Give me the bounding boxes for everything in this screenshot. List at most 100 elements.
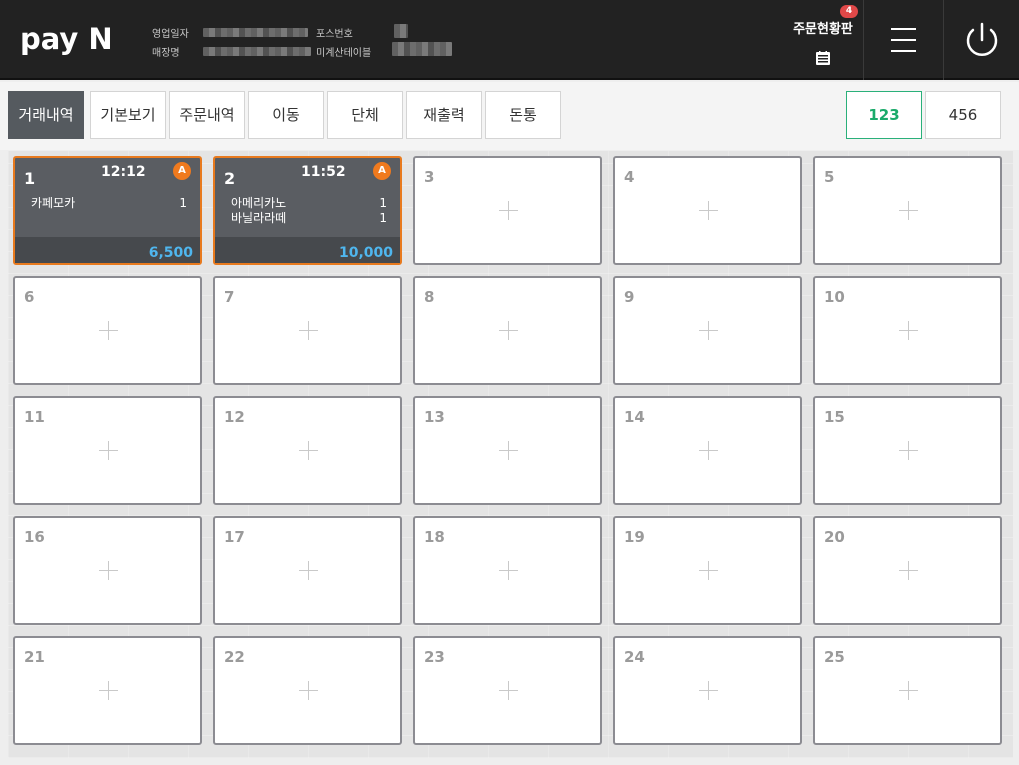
basic-view-tab[interactable]: 기본보기 xyxy=(90,91,166,139)
order-item: 바닐라라떼 1 xyxy=(231,211,387,226)
store-name-value-redacted xyxy=(203,47,311,56)
table-number: 3 xyxy=(424,168,435,186)
order-board-count-badge: 4 xyxy=(840,5,858,18)
table-number: 4 xyxy=(624,168,635,186)
table-number: 21 xyxy=(24,648,45,666)
table-tile[interactable]: 22 xyxy=(213,636,402,745)
menu-button[interactable] xyxy=(864,0,944,80)
order-total: 10,000 xyxy=(338,245,393,261)
table-tile[interactable]: 4 xyxy=(613,156,802,265)
table-number: 17 xyxy=(224,528,245,546)
table-tile[interactable]: 13 xyxy=(413,396,602,505)
reprint-button[interactable]: 재출력 xyxy=(406,91,482,139)
power-button[interactable] xyxy=(944,0,1019,80)
add-order-plus-icon xyxy=(299,321,318,340)
add-order-plus-icon xyxy=(699,201,718,220)
table-number: 25 xyxy=(824,648,845,666)
hamburger-menu-icon xyxy=(891,28,916,52)
add-order-plus-icon xyxy=(499,681,518,700)
table-number: 6 xyxy=(24,288,35,306)
add-order-plus-icon xyxy=(499,441,518,460)
add-order-plus-icon xyxy=(899,441,918,460)
add-order-plus-icon xyxy=(299,561,318,580)
order-item: 아메리카노 1 xyxy=(231,196,387,211)
table-number: 19 xyxy=(624,528,645,546)
store-name-label: 매장명 xyxy=(152,48,180,59)
pos-number-label: 포스번호 xyxy=(316,29,353,40)
table-tile[interactable]: 23 xyxy=(413,636,602,745)
table-number: 5 xyxy=(824,168,835,186)
table-tile[interactable]: 8 xyxy=(413,276,602,385)
table-tile[interactable]: 3 xyxy=(413,156,602,265)
table-number: 20 xyxy=(824,528,845,546)
page-tab-123[interactable]: 123 xyxy=(846,91,922,139)
transaction-history-tab[interactable]: 거래내역 xyxy=(8,91,84,139)
order-board-button[interactable]: 주문현황판 4 xyxy=(783,0,863,80)
table-number: 22 xyxy=(224,648,245,666)
pos-number-value-redacted xyxy=(394,24,408,38)
order-time: 11:52 xyxy=(301,164,346,180)
table-tile[interactable]: 21 xyxy=(13,636,202,745)
item-name: 바닐라라떼 xyxy=(231,211,287,225)
add-order-plus-icon xyxy=(499,321,518,340)
table-number: 13 xyxy=(424,408,445,426)
table-tile[interactable]: 19 xyxy=(613,516,802,625)
add-order-plus-icon xyxy=(899,201,918,220)
add-order-plus-icon xyxy=(299,681,318,700)
app-logo: pay N xyxy=(20,22,113,56)
table-tile[interactable]: 12 xyxy=(213,396,402,505)
order-items: 카페모카 1 xyxy=(31,196,187,211)
order-board-title: 주문현황판 xyxy=(793,22,853,37)
add-order-plus-icon xyxy=(899,321,918,340)
add-order-plus-icon xyxy=(699,681,718,700)
table-number: 14 xyxy=(624,408,645,426)
unpaid-tables-value-redacted xyxy=(392,42,452,56)
order-board-icon xyxy=(816,51,830,65)
add-order-plus-icon xyxy=(299,441,318,460)
order-items: 아메리카노 1 바닐라라떼 1 xyxy=(231,196,387,226)
power-icon xyxy=(966,22,998,56)
table-tile[interactable]: 16 xyxy=(13,516,202,625)
order-item: 카페모카 1 xyxy=(31,196,187,211)
table-tile[interactable]: 25 xyxy=(813,636,1002,745)
cash-drawer-button[interactable]: 돈통 xyxy=(485,91,561,139)
table-tile[interactable]: 7 xyxy=(213,276,402,385)
business-date-label: 영업일자 xyxy=(152,29,189,40)
table-number: 11 xyxy=(24,408,45,426)
table-grid: 1 12:12 A 카페모카 1 6,500 2 11:52 A 아메리카노 1 바닐라라떼 1 10,0… xyxy=(8,151,1013,758)
group-button[interactable]: 단체 xyxy=(327,91,403,139)
table-tile[interactable]: 1 12:12 A 카페모카 1 6,500 xyxy=(13,156,202,265)
table-number: 1 xyxy=(24,169,36,188)
table-number: 12 xyxy=(224,408,245,426)
item-quantity: 1 xyxy=(379,211,387,225)
table-number: 23 xyxy=(424,648,445,666)
table-tile[interactable]: 10 xyxy=(813,276,1002,385)
table-tile[interactable]: 17 xyxy=(213,516,402,625)
order-history-tab[interactable]: 주문내역 xyxy=(169,91,245,139)
add-order-plus-icon xyxy=(699,321,718,340)
table-number: 24 xyxy=(624,648,645,666)
top-header: pay N 영업일자 포스번호 매장명 미계산테이블 주문현황판 4 xyxy=(0,0,1019,80)
item-name: 카페모카 xyxy=(31,196,76,210)
table-tile[interactable]: 15 xyxy=(813,396,1002,505)
page-tab-456[interactable]: 456 xyxy=(925,91,1001,139)
table-tile[interactable]: 6 xyxy=(13,276,202,385)
add-order-plus-icon xyxy=(899,681,918,700)
table-tile[interactable]: 2 11:52 A 아메리카노 1 바닐라라떼 1 10,000 xyxy=(213,156,402,265)
table-tile[interactable]: 9 xyxy=(613,276,802,385)
move-button[interactable]: 이동 xyxy=(248,91,324,139)
table-tile[interactable]: 20 xyxy=(813,516,1002,625)
table-tile[interactable]: 24 xyxy=(613,636,802,745)
table-number: 15 xyxy=(824,408,845,426)
order-type-badge: A xyxy=(173,162,191,180)
table-tile[interactable]: 11 xyxy=(13,396,202,505)
order-total: 6,500 xyxy=(148,245,193,261)
table-tile[interactable]: 14 xyxy=(613,396,802,505)
add-order-plus-icon xyxy=(99,321,118,340)
add-order-plus-icon xyxy=(99,441,118,460)
order-type-badge: A xyxy=(373,162,391,180)
item-quantity: 1 xyxy=(179,196,187,210)
add-order-plus-icon xyxy=(99,681,118,700)
table-tile[interactable]: 5 xyxy=(813,156,1002,265)
table-tile[interactable]: 18 xyxy=(413,516,602,625)
